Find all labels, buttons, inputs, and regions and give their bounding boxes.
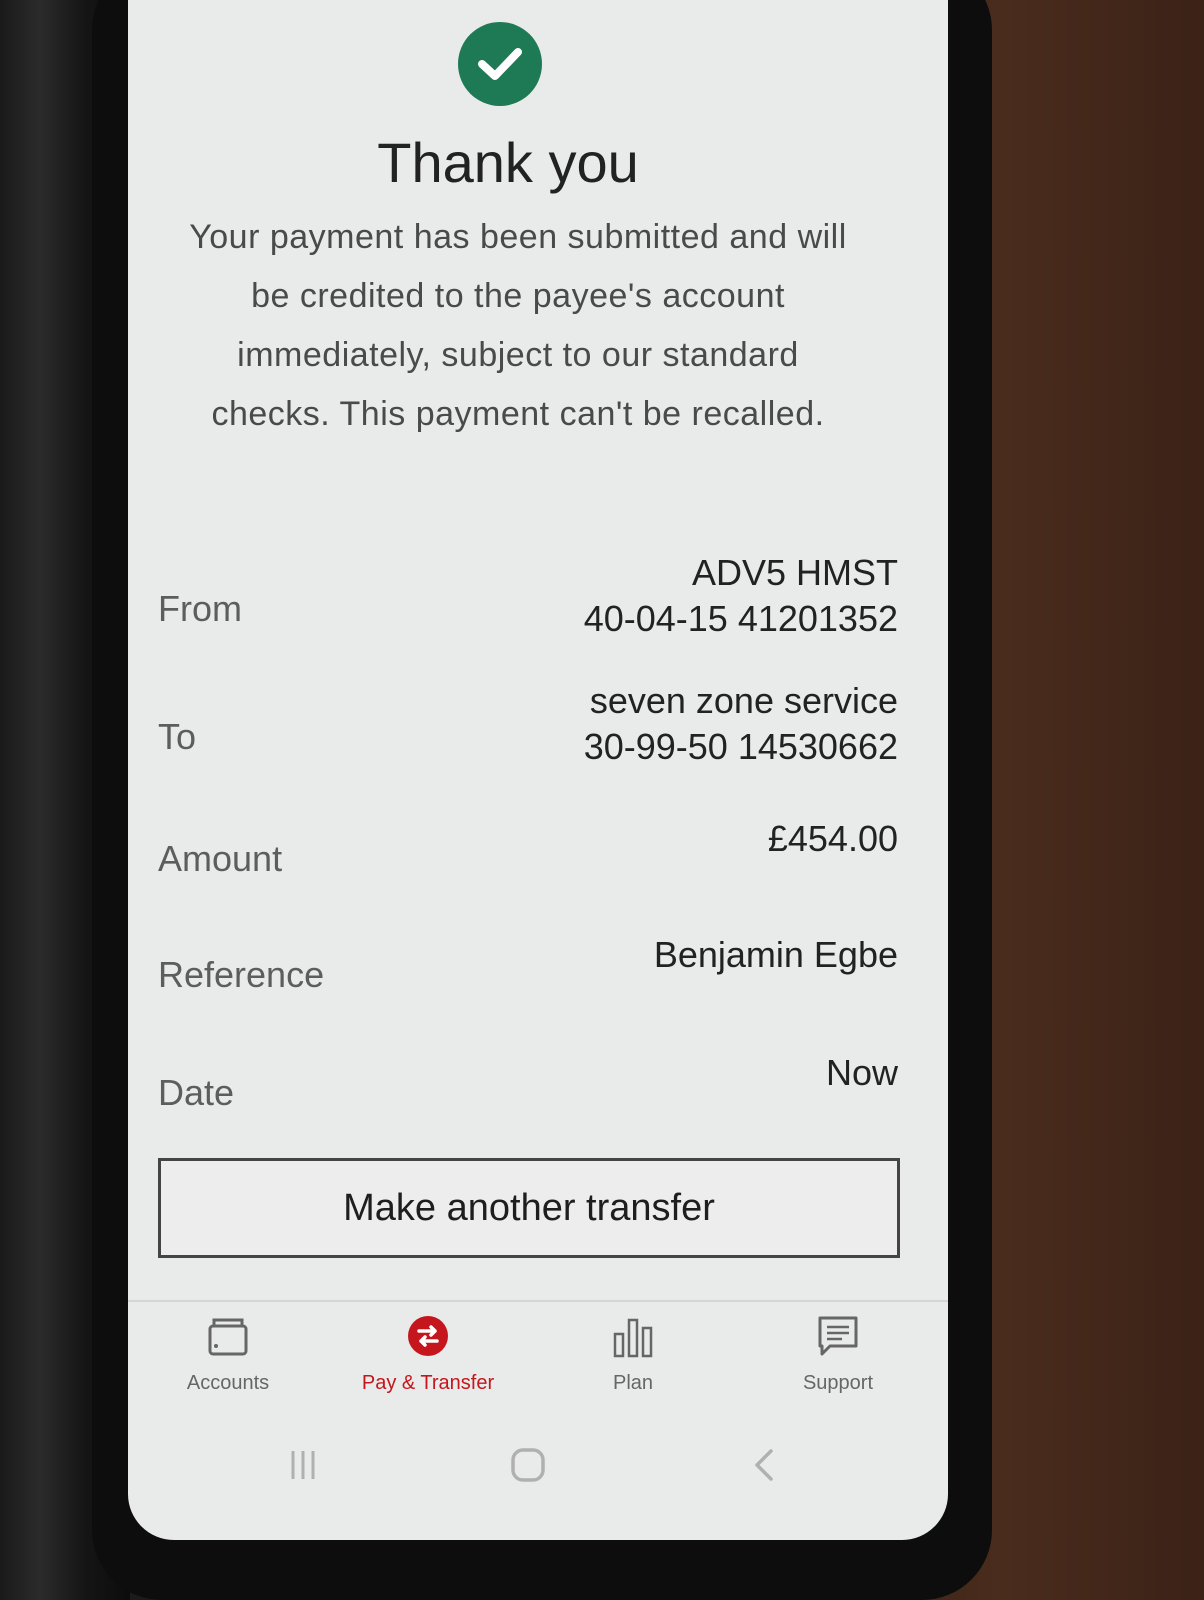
wallet-icon <box>128 1310 328 1362</box>
reference-label: Reference <box>158 954 325 995</box>
amount-row: Amount £454.00 <box>158 816 898 896</box>
tab-plan[interactable]: Plan <box>533 1304 733 1395</box>
back-button[interactable] <box>733 1440 793 1490</box>
to-value: seven zone service 30-99-50 14530662 <box>584 678 898 770</box>
to-payee-name: seven zone service <box>589 680 898 721</box>
bar-chart-icon <box>533 1310 733 1362</box>
tabbar-divider <box>128 1300 948 1302</box>
to-account-number: 30-99-50 14530662 <box>583 726 898 767</box>
date-row: Date Now <box>158 1050 898 1130</box>
tab-accounts[interactable]: Accounts <box>128 1304 328 1395</box>
from-row: From ADV5 HMST 40-04-15 41201352 <box>158 550 898 650</box>
date-label: Date <box>158 1072 235 1113</box>
bottom-tab-bar: Accounts Pay & Transfer Plan Support <box>128 1304 948 1414</box>
home-icon <box>511 1448 545 1482</box>
from-account-name: ADV5 HMST <box>691 552 898 593</box>
tab-accounts-label: Accounts <box>186 1372 270 1394</box>
system-navigation-bar <box>128 1430 948 1500</box>
page-title: Thank you <box>377 131 639 194</box>
recent-apps-button[interactable] <box>273 1440 333 1490</box>
back-chevron-icon <box>755 1449 773 1481</box>
tab-plan-label: Plan <box>612 1372 654 1394</box>
home-button[interactable] <box>498 1440 558 1490</box>
photo-background: Thank you Your payment has been submitte… <box>0 0 1204 1600</box>
tab-pay-transfer-label: Pay & Transfer <box>361 1372 495 1394</box>
tab-support-label: Support <box>802 1372 874 1394</box>
from-value: ADV5 HMST 40-04-15 41201352 <box>584 550 898 642</box>
reference-row: Reference Benjamin Egbe <box>158 932 898 1012</box>
phone-screen: Thank you Your payment has been submitte… <box>128 0 948 1540</box>
from-account-number: 40-04-15 41201352 <box>583 598 898 639</box>
amount-value: £454.00 <box>767 818 898 859</box>
confirmation-message: Your payment has been submitted and will… <box>189 218 847 433</box>
amount-label: Amount <box>158 838 283 879</box>
to-row: To seven zone service 30-99-50 14530662 <box>158 678 898 778</box>
success-check-icon <box>458 22 542 106</box>
from-label: From <box>158 588 242 629</box>
tab-support[interactable]: Support <box>738 1304 938 1395</box>
recent-apps-icon <box>291 1451 315 1479</box>
reference-value: Benjamin Egbe <box>653 934 898 975</box>
make-another-transfer-button[interactable]: Make another transfer <box>158 1158 900 1258</box>
chat-icon <box>738 1310 938 1362</box>
transfer-icon <box>328 1310 528 1362</box>
to-label: To <box>158 716 197 757</box>
date-value: Now <box>825 1052 898 1093</box>
tab-pay-transfer[interactable]: Pay & Transfer <box>328 1304 528 1395</box>
